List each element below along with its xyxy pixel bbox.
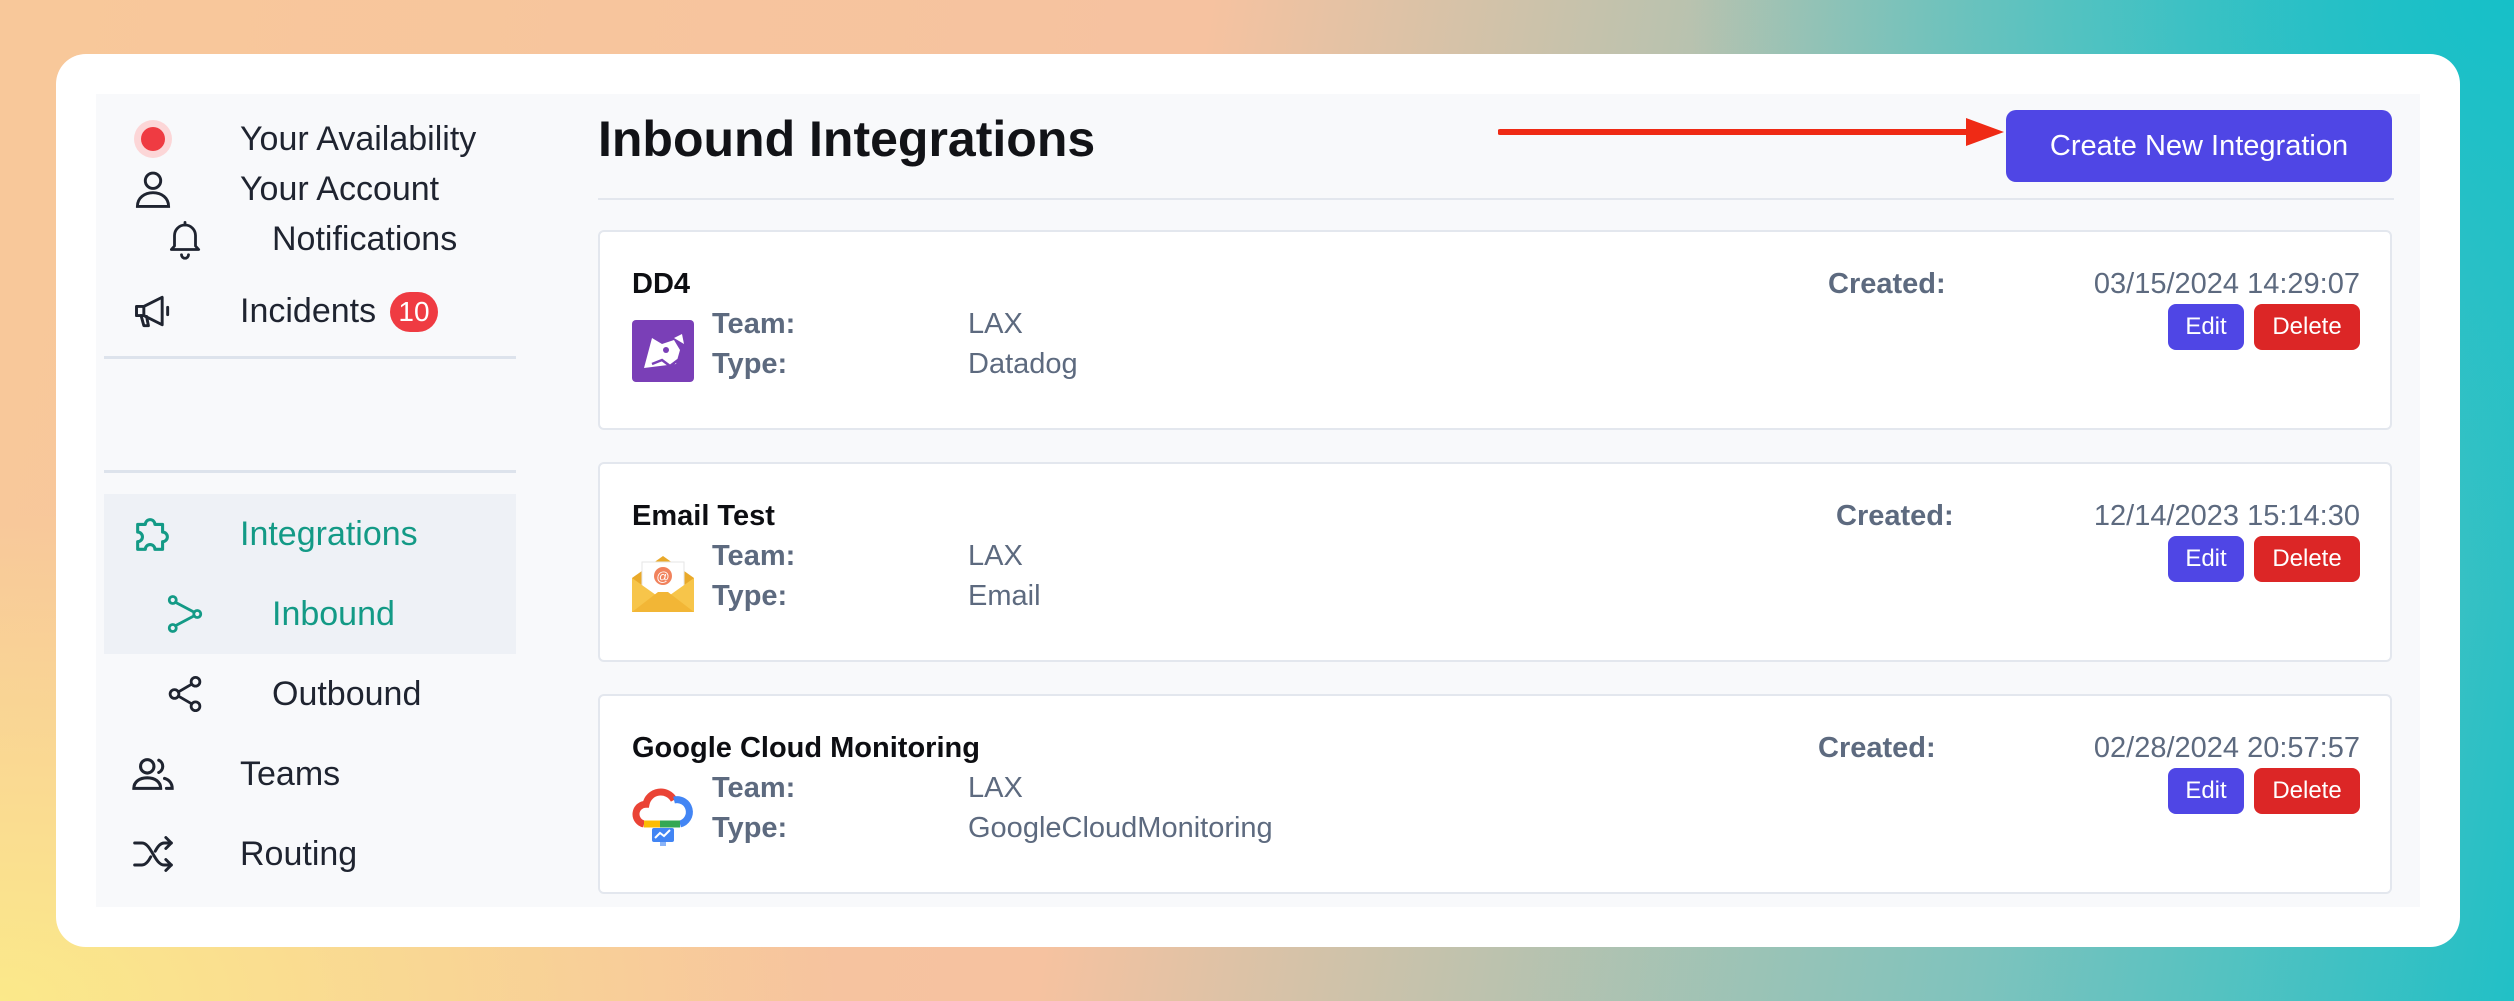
sidebar-divider — [104, 470, 516, 473]
datadog-logo-icon — [630, 318, 696, 384]
sidebar-item-incidents[interactable]: Incidents 10 — [104, 276, 516, 346]
sidebar-item-label: Integrations — [240, 514, 418, 553]
integration-card: DD4 Team: LAX Type: Datadog Created: 03/… — [598, 230, 2392, 430]
integration-name: Email Test — [632, 500, 775, 532]
team-label: Team: — [712, 308, 796, 340]
delete-button[interactable]: Delete — [2254, 536, 2360, 582]
main-content: Inbound Integrations Create New Integrat… — [598, 94, 2398, 907]
integration-card: Google Cloud Monitoring Team: LAX Type: — [598, 694, 2392, 894]
created-label: Created: — [1828, 268, 1946, 300]
created-timestamp: 03/15/2024 14:29:07 — [2093, 268, 2360, 300]
puzzle-icon — [128, 509, 178, 559]
create-new-integration-button[interactable]: Create New Integration — [2006, 110, 2392, 182]
sidebar-item-label: Inbound — [272, 594, 395, 633]
delete-button[interactable]: Delete — [2254, 304, 2360, 350]
type-value: Datadog — [968, 348, 1078, 380]
team-value: LAX — [968, 772, 1023, 804]
svg-text:@: @ — [656, 569, 669, 584]
page-title: Inbound Integrations — [598, 111, 1096, 167]
sidebar-item-notifications[interactable]: Notifications — [104, 204, 516, 274]
type-label: Type: — [712, 348, 788, 380]
sidebar-item-label: Your Account — [240, 169, 440, 208]
sidebar-item-inbound[interactable]: Inbound — [104, 574, 516, 654]
type-value: Email — [968, 580, 1041, 612]
megaphone-icon — [128, 286, 178, 336]
sidebar-item-label: Outbound — [272, 674, 422, 713]
integration-name: Google Cloud Monitoring — [632, 732, 980, 764]
integration-name: DD4 — [632, 268, 691, 300]
sidebar-item-outbound[interactable]: Outbound — [104, 654, 516, 734]
edit-button[interactable]: Edit — [2168, 304, 2244, 350]
type-label: Type: — [712, 580, 788, 612]
incidents-count-badge: 10 — [390, 292, 438, 332]
edit-button[interactable]: Edit — [2168, 768, 2244, 814]
bell-icon — [160, 214, 210, 264]
type-label: Type: — [712, 812, 788, 844]
delete-button[interactable]: Delete — [2254, 768, 2360, 814]
edit-button[interactable]: Edit — [2168, 536, 2244, 582]
team-label: Team: — [712, 772, 796, 804]
created-label: Created: — [1818, 732, 1936, 764]
app-window: Your Availability Your Account Notificat… — [56, 54, 2460, 947]
annotation-arrow — [1498, 118, 2004, 146]
sidebar-item-label: Your Availability — [240, 119, 477, 158]
sidebar-item-label: Routing — [240, 834, 358, 873]
sidebar-item-label: Notifications — [272, 219, 458, 258]
integration-card: Email Test @ Team: LAX Type: Email Creat… — [598, 462, 2392, 662]
users-icon — [128, 749, 178, 799]
sidebar-item-integrations[interactable]: Integrations — [104, 494, 516, 574]
google-cloud-monitoring-icon — [630, 782, 696, 848]
team-label: Team: — [712, 540, 796, 572]
sidebar-item-routing[interactable]: Routing — [104, 814, 516, 894]
app-content: Your Availability Your Account Notificat… — [96, 94, 2420, 907]
sidebar-item-teams[interactable]: Teams — [104, 734, 516, 814]
email-envelope-icon: @ — [630, 550, 696, 616]
sidebar-item-label: Teams — [240, 754, 341, 793]
created-label: Created: — [1836, 500, 1954, 532]
created-timestamp: 02/28/2024 20:57:57 — [2093, 732, 2360, 764]
sidebar: Your Availability Your Account Notificat… — [96, 94, 516, 907]
sidebar-item-label: Incidents — [240, 291, 377, 330]
team-value: LAX — [968, 308, 1023, 340]
header-divider — [598, 198, 2394, 200]
sidebar-divider — [104, 356, 516, 359]
team-value: LAX — [968, 540, 1023, 572]
share-icon — [160, 669, 210, 719]
inbound-branch-icon — [160, 589, 210, 639]
created-timestamp: 12/14/2023 15:14:30 — [2093, 500, 2360, 532]
type-value: GoogleCloudMonitoring — [968, 812, 1273, 844]
shuffle-icon — [128, 829, 178, 879]
